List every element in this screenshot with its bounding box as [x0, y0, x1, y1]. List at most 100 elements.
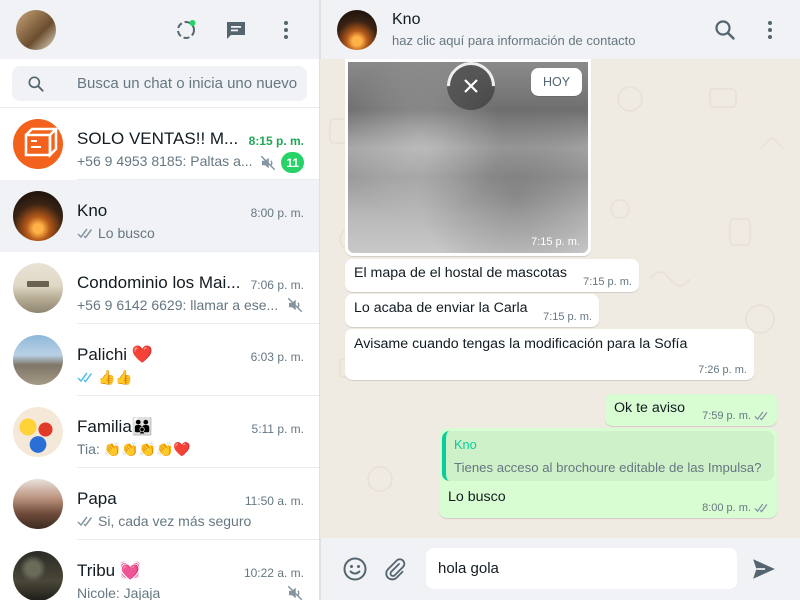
chat-preview: Nicole: Jajaja	[77, 585, 160, 600]
chat-time: 11:50 a. m.	[244, 494, 304, 508]
incoming-message[interactable]: El mapa de el hostal de mascotas 7:15 p.…	[345, 259, 639, 292]
chat-item-kno[interactable]: Kno 8:00 p. m. Lo busco	[0, 180, 319, 252]
chat-name: Kno	[77, 201, 108, 220]
profile-avatar[interactable]	[16, 9, 56, 50]
chat-preview-text: Tia: 👏👏👏👏❤️	[77, 441, 191, 457]
chat-body: Papa 11:50 a. m. Si, cada vez más seguro	[77, 468, 319, 540]
chat-name: Condominio los Mai...	[77, 273, 241, 292]
incoming-message[interactable]: Avisame cuando tengas la modificación pa…	[345, 329, 754, 380]
chat-item-papa[interactable]: Papa 11:50 a. m. Si, cada vez más seguro	[0, 468, 319, 540]
outgoing-reply-message[interactable]: Kno Tienes acceso al brochoure editable …	[439, 428, 777, 518]
chat-indicators	[286, 584, 304, 600]
double-check-icon	[77, 516, 93, 527]
send-icon	[753, 559, 775, 579]
chat-avatar	[13, 335, 63, 385]
chat-preview: 👍👍	[77, 369, 133, 386]
double-check-icon	[754, 503, 768, 513]
search-input[interactable]	[60, 75, 300, 92]
chat-name: Familia👪	[77, 417, 153, 436]
composer-bar: hola gola	[320, 538, 800, 600]
download-cancel-button[interactable]	[437, 62, 505, 120]
contact-subtitle: haz clic aquí para información de contac…	[392, 33, 636, 48]
chat-avatar	[13, 551, 63, 600]
chat-name: Palichi ❤️	[77, 345, 153, 364]
chat-avatar	[13, 119, 63, 169]
status-icon	[177, 19, 196, 39]
message-area[interactable]: 7:15 p. m. HOY El mapa de el hostal de m…	[320, 59, 800, 538]
outgoing-message[interactable]: Ok te aviso 7:59 p. m.	[605, 394, 777, 426]
chat-preview: Tia: 👏👏👏👏❤️	[77, 441, 191, 458]
chat-name: Papa	[77, 489, 117, 508]
message-text: Avisame cuando tengas la modificación pa…	[354, 336, 688, 352]
chat-list-panel: SOLO VENTAS!! M... 8:15 p. m. +56 9 4953…	[0, 0, 320, 600]
kebab-menu-icon	[284, 20, 288, 39]
status-button[interactable]	[161, 10, 211, 50]
chat-preview: Si, cada vez más seguro	[77, 513, 251, 529]
chat-time: 7:06 p. m.	[250, 278, 304, 292]
contact-avatar[interactable]	[337, 9, 377, 50]
chat-body: Kno 8:00 p. m. Lo busco	[77, 180, 319, 252]
chat-avatar	[13, 191, 63, 241]
chat-item-condominio[interactable]: Condominio los Mai... 7:06 p. m. +56 9 6…	[0, 252, 319, 324]
new-chat-button[interactable]	[211, 10, 261, 50]
conversation-panel: Kno haz clic aquí para información de co…	[320, 0, 800, 600]
search-messages-button[interactable]	[700, 10, 750, 50]
conversation-actions	[700, 0, 790, 59]
quoted-message[interactable]: Kno Tienes acceso al brochoure editable …	[442, 431, 774, 481]
attach-button[interactable]	[375, 549, 415, 589]
chat-body: Tribu 💓 10:22 a. m. Nicole: Jajaja	[77, 540, 319, 600]
message-input-text: hola gola	[438, 560, 499, 577]
chat-avatar	[13, 479, 63, 529]
sidebar-header-actions	[161, 0, 311, 59]
message-time: 7:26 p. m.	[698, 364, 747, 376]
contact-info[interactable]: Kno haz clic aquí para información de co…	[392, 11, 636, 48]
quoted-text: Tienes acceso al brochoure editable de l…	[454, 460, 762, 475]
chat-avatar	[13, 263, 63, 313]
date-divider: HOY	[531, 68, 583, 96]
chat-indicators: 11	[259, 152, 304, 173]
message-input[interactable]: hola gola	[426, 548, 737, 589]
message-time: 7:59 p. m.	[702, 410, 770, 422]
chat-preview: Lo busco	[77, 225, 155, 241]
search-icon	[715, 19, 735, 40]
chat-item-solo-ventas[interactable]: SOLO VENTAS!! M... 8:15 p. m. +56 9 4953…	[0, 108, 319, 180]
emoji-icon	[343, 557, 367, 581]
chat-item-palichi[interactable]: Palichi ❤️ 6:03 p. m. 👍👍	[0, 324, 319, 396]
emoji-button[interactable]	[335, 549, 375, 589]
chat-preview-text: 👍👍	[98, 369, 133, 385]
search-icon[interactable]	[12, 74, 60, 94]
chat-preview-text: Si, cada vez más seguro	[98, 513, 252, 529]
menu-button[interactable]	[261, 10, 311, 50]
send-button[interactable]	[744, 549, 784, 589]
message-time: 7:15 p. m.	[543, 311, 592, 323]
paperclip-icon	[385, 558, 406, 581]
chat-time: 8:15 p. m.	[248, 134, 304, 148]
muted-icon	[261, 155, 276, 170]
contact-name: Kno	[392, 11, 421, 28]
chat-body: Familia👪 5:11 p. m. Tia: 👏👏👏👏❤️	[77, 396, 319, 468]
chat-item-tribu[interactable]: Tribu 💓 10:22 a. m. Nicole: Jajaja	[0, 540, 319, 600]
conversation-header[interactable]: Kno haz clic aquí para información de co…	[320, 0, 800, 59]
chat-name: Tribu 💓	[77, 561, 141, 580]
double-check-blue-icon	[77, 372, 93, 383]
conversation-menu-button[interactable]	[750, 10, 790, 50]
search-area	[0, 59, 319, 108]
chat-body: Palichi ❤️ 6:03 p. m. 👍👍	[77, 324, 319, 396]
chat-preview-text: +56 9 6142 6629: llamar a ese...	[77, 297, 279, 313]
search-box	[12, 66, 307, 101]
muted-icon	[287, 585, 303, 600]
chat-avatar	[13, 407, 63, 457]
message-time: 7:15 p. m.	[583, 276, 632, 288]
chat-preview-text: Nicole: Jajaja	[77, 585, 161, 600]
quoted-author: Kno	[454, 437, 477, 452]
new-chat-icon	[227, 21, 245, 39]
chat-item-familia[interactable]: Familia👪 5:11 p. m. Tia: 👏👏👏👏❤️	[0, 396, 319, 468]
incoming-message[interactable]: Lo acaba de enviar la Carla 7:15 p. m.	[345, 294, 599, 327]
chat-body: Condominio los Mai... 7:06 p. m. +56 9 6…	[77, 252, 319, 324]
chat-preview-text: Lo busco	[98, 225, 155, 241]
double-check-icon	[754, 411, 768, 421]
chat-time: 10:22 a. m.	[243, 566, 304, 580]
chat-name: SOLO VENTAS!! M...	[77, 129, 239, 148]
chat-time: 5:11 p. m.	[251, 422, 304, 436]
unread-badge: 11	[281, 152, 304, 173]
